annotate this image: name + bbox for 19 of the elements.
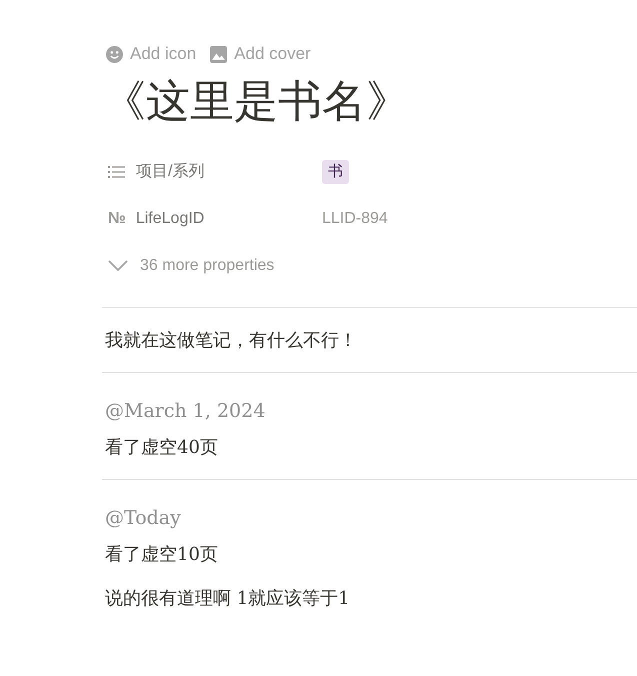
- property-value: LLID-894: [322, 208, 388, 228]
- paragraph: 看了虚空10页: [105, 542, 218, 566]
- property-name: 项目/系列: [136, 162, 204, 182]
- more-properties-button[interactable]: 36 more properties: [102, 242, 274, 289]
- property-name: LifeLogID: [136, 208, 204, 228]
- add-icon-button[interactable]: Add icon: [106, 41, 196, 67]
- add-cover-button[interactable]: Add cover: [210, 41, 311, 67]
- image-icon: [210, 46, 228, 62]
- paragraph: 我就在这做笔记，有什么不行！: [105, 328, 357, 352]
- page-title: 《这里是书名》: [102, 75, 411, 129]
- paragraph: 说的很有道理啊 1就应该等于1: [105, 586, 350, 610]
- chevron-down-icon: [108, 260, 128, 271]
- date-mention[interactable]: @March 1, 2024: [105, 396, 266, 425]
- tag: 书: [322, 160, 349, 184]
- number-sign-icon: №: [108, 206, 126, 230]
- smiley-icon: [106, 46, 123, 62]
- paragraph: 看了虚空40页: [105, 436, 218, 460]
- date-mention[interactable]: @Today: [105, 504, 181, 532]
- list-icon: [108, 164, 126, 178]
